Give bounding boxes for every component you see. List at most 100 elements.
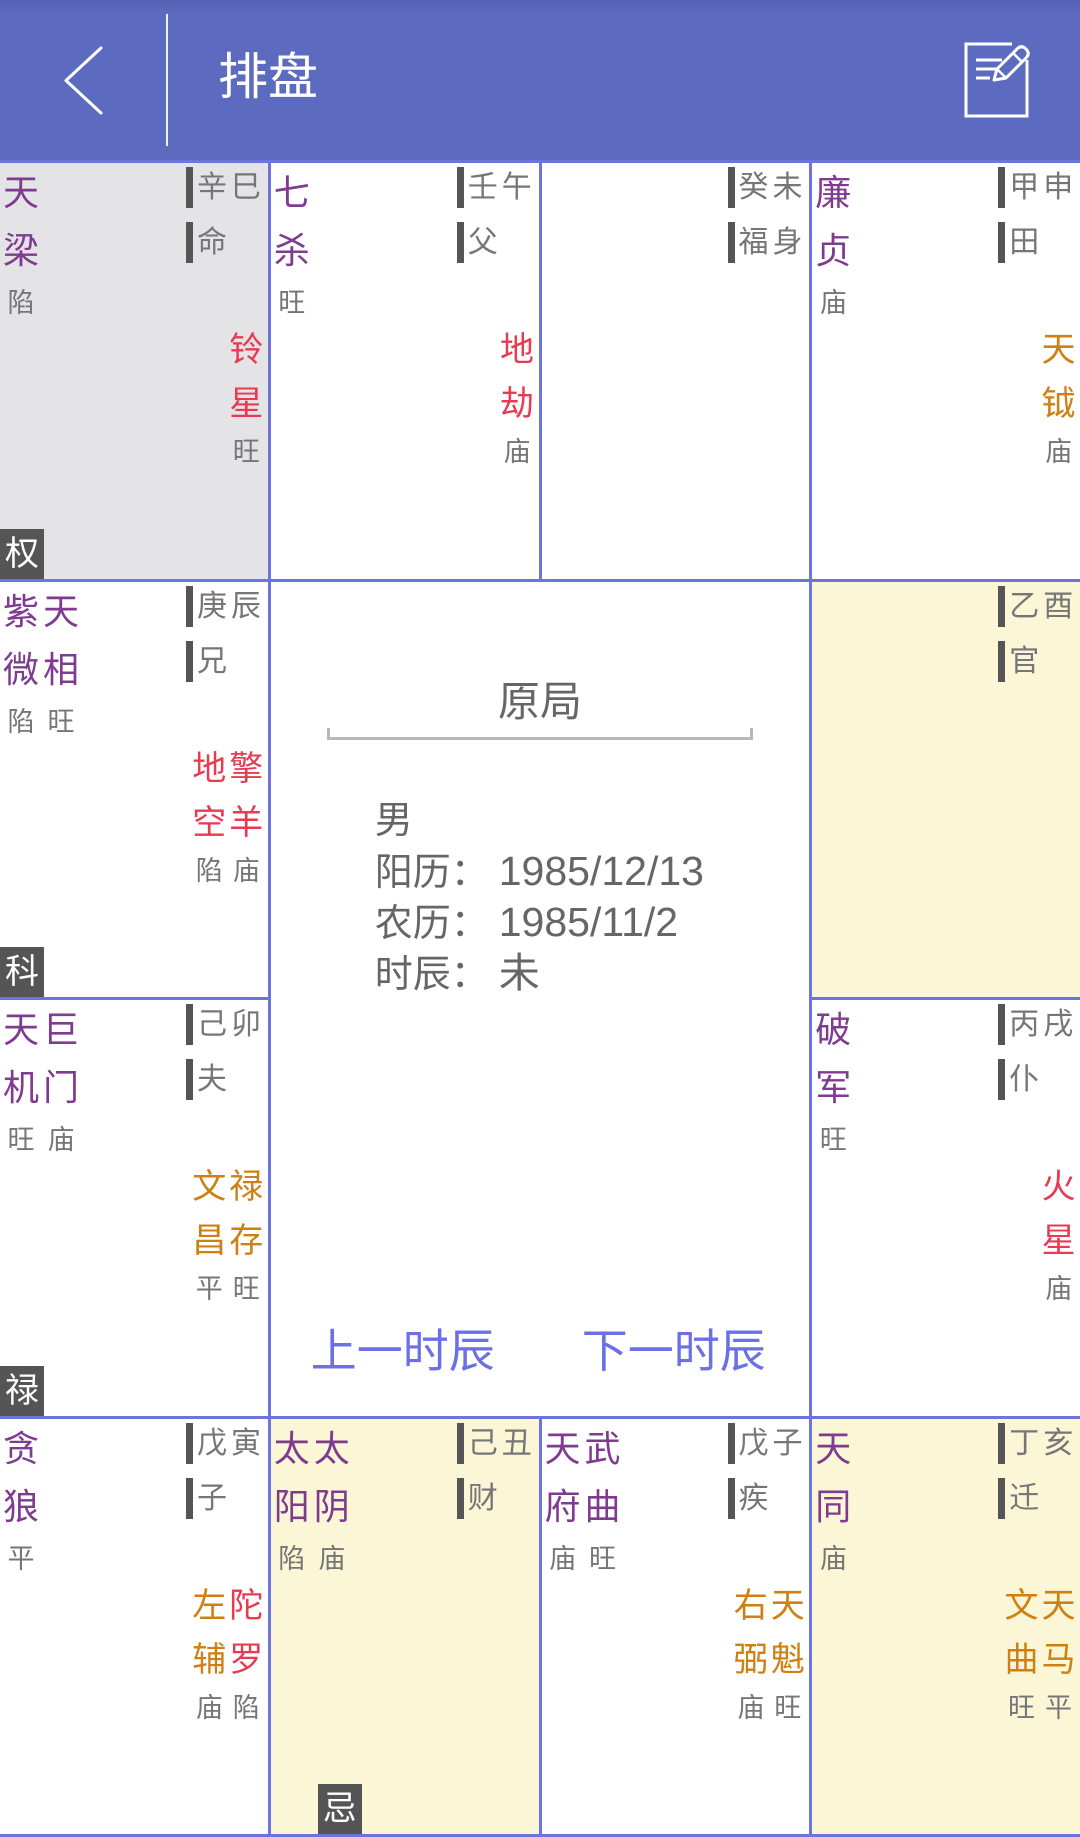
minor-star-brightness: 旺	[1008, 1692, 1035, 1724]
minor-star: 地劫 庙	[499, 323, 536, 475]
main-star-brightness: 庙	[549, 1543, 576, 1575]
palace-cell-yin[interactable]: 戊寅 子 贪狼 平 左辅 庙 陀罗 陷	[0, 1418, 271, 1837]
title-underline	[326, 727, 753, 740]
main-star-brightness: 庙	[819, 288, 847, 319]
minor-stars: 天钺 庙	[1040, 323, 1077, 475]
minor-star-brightness: 庙	[195, 1692, 223, 1724]
solar-date-row: 阳历： 1985/12/13	[375, 846, 704, 897]
main-star-name: 紫微	[2, 591, 39, 691]
minor-star-name: 天钺	[1041, 330, 1076, 424]
main-star-brightness: 旺	[589, 1543, 616, 1575]
minor-star-name: 陀罗	[229, 1585, 264, 1680]
minor-star: 火星 庙	[1040, 1160, 1077, 1312]
ganzhi-label: 戊寅	[186, 1422, 265, 1464]
palace-cell-you[interactable]: 乙酉 官	[812, 581, 1080, 1000]
main-star-name: 七杀	[273, 173, 310, 272]
main-stars: 廉贞 庙	[813, 165, 853, 327]
palace-cell-shen[interactable]: 甲申 田 廉贞 庙 天钺 庙	[812, 163, 1080, 582]
page-title: 排盘	[218, 48, 318, 106]
ganzhi-label: 壬午	[456, 167, 536, 208]
minor-star: 右弼 庙	[732, 1579, 769, 1731]
main-stars: 七杀 旺	[272, 165, 312, 327]
main-star-name: 天梁	[2, 173, 39, 272]
sihua-badge: 权	[0, 528, 44, 579]
minor-star: 天钺 庙	[1040, 323, 1077, 475]
palace-cell-chou[interactable]: 己丑 财 太阳 陷 太阴 庙 忌	[270, 1418, 542, 1837]
main-star: 巨门 庙	[41, 1002, 81, 1164]
main-star: 贪狼 平	[1, 1421, 41, 1583]
main-star-brightness: 庙	[819, 1543, 847, 1575]
main-star: 天同 庙	[813, 1421, 853, 1583]
palace-name-label: 兄	[186, 640, 265, 682]
main-stars: 紫微 陷 天相 旺	[1, 584, 81, 746]
ganzhi-label: 丙戌	[998, 1004, 1077, 1045]
palace-name-label: 父	[456, 222, 536, 263]
minor-star-name: 地劫	[500, 330, 534, 424]
main-star-brightness: 平	[7, 1543, 35, 1575]
minor-star-brightness: 旺	[232, 437, 260, 468]
sihua-badge: 科	[0, 947, 44, 997]
palace-labels: 甲申 田	[998, 167, 1077, 277]
main-star-brightness: 旺	[47, 706, 75, 738]
palace-labels: 庚辰 兄	[186, 585, 265, 696]
previous-hour-button[interactable]: 上一时辰	[311, 1323, 495, 1379]
main-star-name: 太阴	[313, 1428, 350, 1528]
ganzhi-label: 戊子	[727, 1422, 807, 1464]
main-star: 破军 旺	[813, 1002, 853, 1164]
palace-labels: 己丑 财	[456, 1422, 536, 1533]
palace-name-label: 财	[456, 1477, 536, 1519]
palace-name-label: 子	[186, 1477, 265, 1519]
palace-cell-hai[interactable]: 丁亥 迁 天同 庙 文曲 旺 天马 平	[812, 1418, 1080, 1837]
palace-cell-wu[interactable]: 壬午 父 七杀 旺 地劫 庙	[270, 163, 542, 582]
minor-star-name: 右弼	[733, 1585, 768, 1680]
minor-star: 左辅 庙	[191, 1579, 228, 1731]
palace-cell-xu[interactable]: 丙戌 仆 破军 旺 火星 庙	[812, 1000, 1080, 1419]
main-star-brightness: 庙	[47, 1125, 75, 1156]
minor-star: 文曲 旺	[1003, 1579, 1040, 1731]
palace-labels: 戊寅 子	[186, 1422, 265, 1533]
minor-stars: 右弼 庙 天魁 旺	[732, 1579, 806, 1731]
minor-star-brightness: 旺	[232, 1274, 260, 1305]
palace-labels: 丙戌 仆	[998, 1004, 1077, 1114]
ziwei-chart-grid: 辛巳 命 天梁 陷 铃星 旺 权 壬午 父 七杀 旺 地劫 庙 癸未 福身 甲申…	[0, 160, 1080, 1837]
palace-cell-zi[interactable]: 戊子 疾 天府 庙 武曲 旺 右弼 庙 天魁 旺	[541, 1418, 813, 1837]
palace-cell-chen[interactable]: 庚辰 兄 紫微 陷 天相 旺 地空 陷 擎羊 庙 科	[0, 581, 271, 1000]
sihua-badge: 禄	[0, 1365, 44, 1416]
main-stars: 贪狼 平	[1, 1421, 41, 1583]
palace-name-label: 福身	[727, 222, 807, 263]
palace-cell-wei[interactable]: 癸未 福身	[541, 163, 813, 582]
lunar-date-row: 农历： 1985/11/2	[375, 897, 704, 948]
main-star: 天府 庙	[543, 1421, 583, 1583]
ganzhi-label: 辛巳	[186, 167, 265, 208]
main-star-brightness: 庙	[318, 1543, 346, 1575]
minor-star: 地空 陷	[191, 742, 228, 894]
ganzhi-label: 甲申	[998, 167, 1077, 208]
minor-star: 天马 平	[1040, 1579, 1077, 1731]
minor-star-name: 地空	[192, 748, 227, 843]
birth-hour-row: 时辰：未	[375, 948, 704, 999]
birth-info: 男 阳历： 1985/12/13 农历： 1985/11/2 时辰：未	[375, 795, 704, 999]
main-star-brightness: 旺	[278, 288, 306, 319]
palace-cell-si[interactable]: 辛巳 命 天梁 陷 铃星 旺 权	[0, 163, 271, 582]
edit-button[interactable]	[950, 30, 1050, 130]
next-hour-button[interactable]: 下一时辰	[582, 1323, 766, 1379]
minor-star-name: 铃星	[229, 330, 264, 424]
minor-stars: 文昌 平 禄存 旺	[191, 1160, 265, 1312]
lunar-date-label: 农历：	[374, 900, 489, 945]
minor-star-brightness: 旺	[774, 1692, 802, 1724]
ganzhi-label: 丁亥	[998, 1422, 1077, 1464]
palace-name-label: 疾	[727, 1477, 807, 1519]
main-star-name: 巨门	[42, 1010, 79, 1109]
back-button[interactable]	[0, 0, 160, 160]
header-divider	[166, 14, 168, 146]
main-star-name: 太阳	[273, 1428, 310, 1528]
gender-label: 男	[374, 797, 413, 842]
minor-star-name: 天马	[1041, 1585, 1076, 1680]
palace-labels: 乙酉 官	[998, 585, 1077, 696]
birth-hour-label: 时辰：	[374, 951, 489, 996]
palace-cell-mao[interactable]: 己卯 夫 天机 旺 巨门 庙 文昌 平 禄存 旺 禄	[0, 1000, 271, 1419]
ganzhi-label: 庚辰	[186, 585, 265, 627]
minor-star-name: 天魁	[770, 1585, 805, 1680]
minor-star-brightness: 庙	[1045, 437, 1072, 468]
palace-labels: 壬午 父	[456, 167, 536, 277]
